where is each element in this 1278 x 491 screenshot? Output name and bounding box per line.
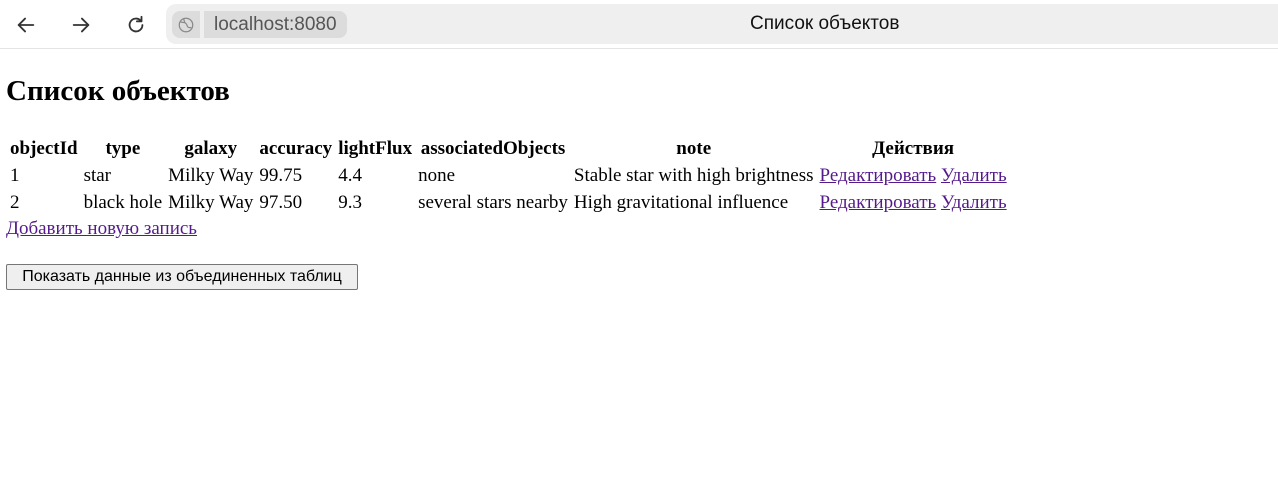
header-accuracy: accuracy <box>259 137 333 159</box>
browser-toolbar: localhost:8080 Список объектов <box>0 0 1278 49</box>
objects-table: objectId type galaxy accuracy lightFlux … <box>6 134 1011 217</box>
forward-button[interactable] <box>63 7 99 43</box>
table-row: 1 star Milky Way 99.75 4.4 none Stable s… <box>8 163 1009 188</box>
header-lightflux: lightFlux <box>338 137 413 159</box>
cell-associated-objects: several stars nearby <box>418 191 568 213</box>
cell-type: star <box>83 164 111 186</box>
reload-button[interactable] <box>118 7 154 43</box>
cell-lightflux: 4.4 <box>338 164 362 186</box>
edit-link[interactable]: Редактировать <box>820 192 937 213</box>
site-info-button[interactable] <box>172 11 200 38</box>
show-joined-data-button[interactable]: Показать данные из объединенных таблиц <box>6 264 358 290</box>
header-type: type <box>105 137 141 159</box>
tab-title: Список объектов <box>750 13 900 34</box>
delete-link[interactable]: Удалить <box>941 192 1007 213</box>
arrow-right-icon <box>72 17 90 33</box>
edit-link[interactable]: Редактировать <box>820 165 937 186</box>
page-content: Список объектов objectId type galaxy acc… <box>0 50 1278 491</box>
cell-galaxy: Milky Way <box>168 164 254 186</box>
cell-type: black hole <box>83 191 163 213</box>
header-actions: Действия <box>872 137 955 159</box>
cell-objectid: 2 <box>10 191 20 213</box>
cell-lightflux: 9.3 <box>338 191 362 213</box>
cell-galaxy: Milky Way <box>168 191 254 213</box>
reload-icon <box>128 15 144 33</box>
cell-note: High gravitational influence <box>573 191 789 213</box>
cell-associated-objects: none <box>418 164 456 186</box>
address-bar[interactable]: localhost:8080 <box>166 4 1278 44</box>
header-objectid: objectId <box>10 137 78 159</box>
cell-accuracy: 99.75 <box>259 164 303 186</box>
header-associated-objects: associatedObjects <box>420 137 566 159</box>
header-galaxy: galaxy <box>184 137 238 159</box>
cell-actions: Редактировать Удалить <box>818 163 1009 188</box>
url-text[interactable]: localhost:8080 <box>204 11 347 38</box>
arrow-left-icon <box>17 17 35 33</box>
globe-icon <box>178 17 194 32</box>
page-title: Список объектов <box>6 75 230 107</box>
add-record-link[interactable]: Добавить новую запись <box>6 217 197 241</box>
delete-link[interactable]: Удалить <box>941 165 1007 186</box>
cell-note: Stable star with high brightness <box>573 164 814 186</box>
cell-actions: Редактировать Удалить <box>818 190 1009 215</box>
cell-objectid: 1 <box>10 164 20 186</box>
cell-accuracy: 97.50 <box>259 191 303 213</box>
header-note: note <box>676 137 712 159</box>
back-button[interactable] <box>8 7 44 43</box>
table-row: 2 black hole Milky Way 97.50 9.3 several… <box>8 190 1009 215</box>
table-header-row: objectId type galaxy accuracy lightFlux … <box>8 136 1009 161</box>
